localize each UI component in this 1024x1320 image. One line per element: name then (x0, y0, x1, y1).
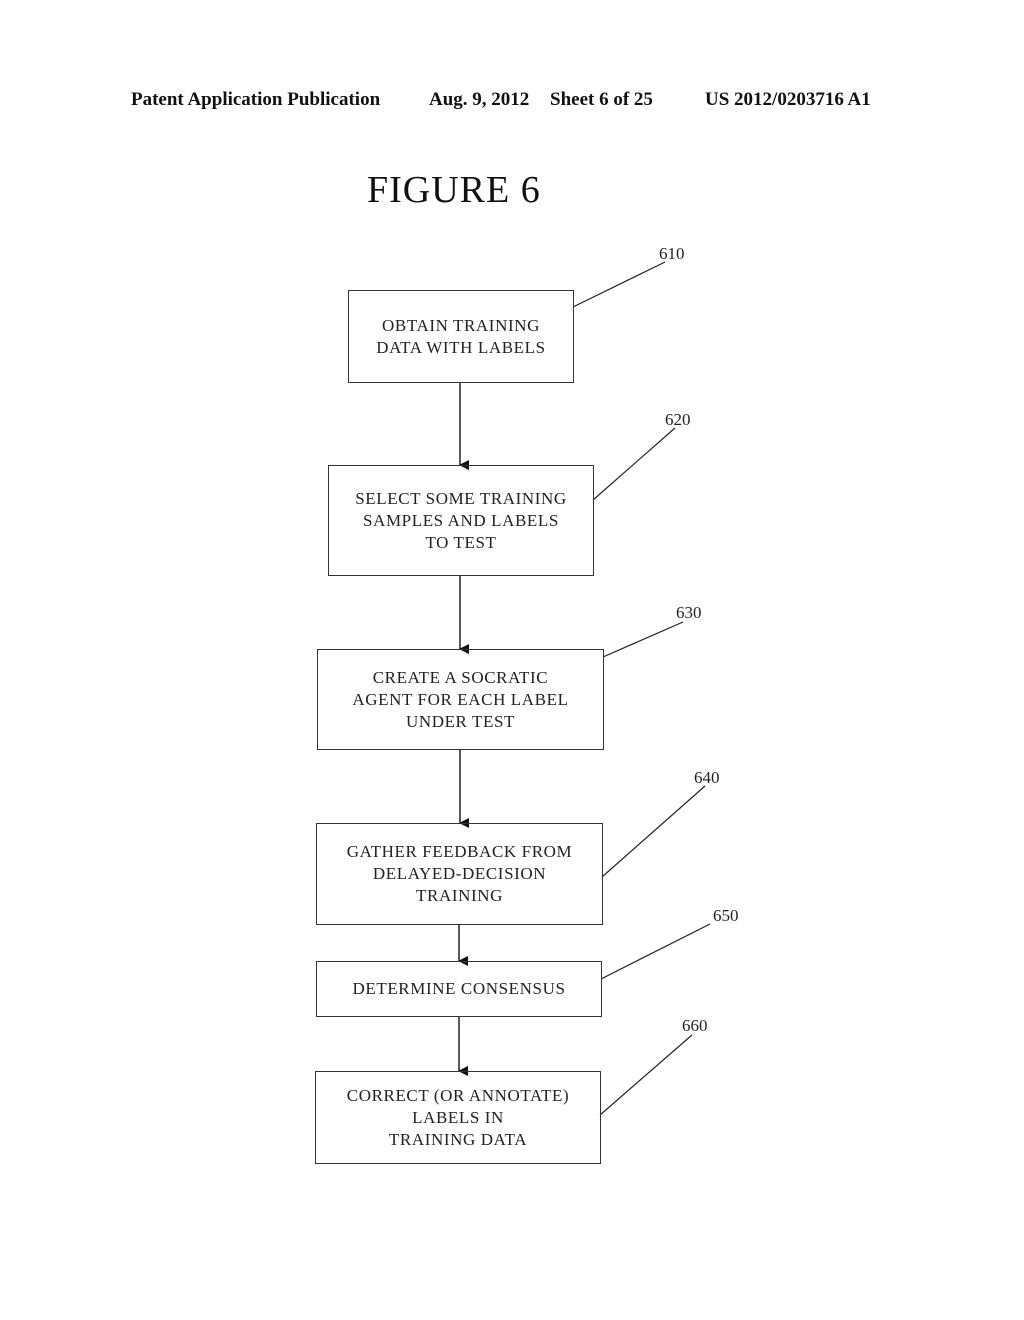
ref-label-620: 620 (665, 410, 691, 429)
ref-label-630: 630 (676, 603, 702, 622)
step-box-610: OBTAIN TRAINING DATA WITH LABELS (348, 290, 574, 383)
leader-650 (600, 923, 711, 980)
ref-label-660: 660 (682, 1016, 708, 1035)
ref-label-610: 610 (659, 244, 685, 263)
leader-660 (599, 1034, 693, 1116)
step-text: GATHER FEEDBACK FROM DELAYED-DECISION TR… (346, 842, 573, 905)
step-text: CREATE A SOCRATIC AGENT FOR EACH LABEL U… (352, 667, 569, 731)
step-box-640: GATHER FEEDBACK FROM DELAYED-DECISION TR… (316, 823, 603, 925)
leader-630 (602, 621, 684, 658)
ref-label-640: 640 (694, 768, 720, 787)
step-text: DETERMINE CONSENSUS (352, 979, 566, 998)
step-text: CORRECT (OR ANNOTATE) LABELS IN TRAINING… (346, 1085, 570, 1149)
step-text: SELECT SOME TRAINING SAMPLES AND LABELS … (355, 488, 567, 552)
leader-610 (572, 261, 666, 308)
step-box-660: CORRECT (OR ANNOTATE) LABELS IN TRAINING… (315, 1071, 601, 1164)
step-box-620: SELECT SOME TRAINING SAMPLES AND LABELS … (328, 465, 594, 576)
leader-640 (601, 785, 706, 878)
ref-label-650: 650 (713, 906, 739, 925)
step-box-630: CREATE A SOCRATIC AGENT FOR EACH LABEL U… (317, 649, 604, 750)
step-box-650: DETERMINE CONSENSUS (316, 961, 602, 1017)
leader-620 (592, 427, 676, 501)
step-text: OBTAIN TRAINING DATA WITH LABELS (376, 315, 546, 357)
